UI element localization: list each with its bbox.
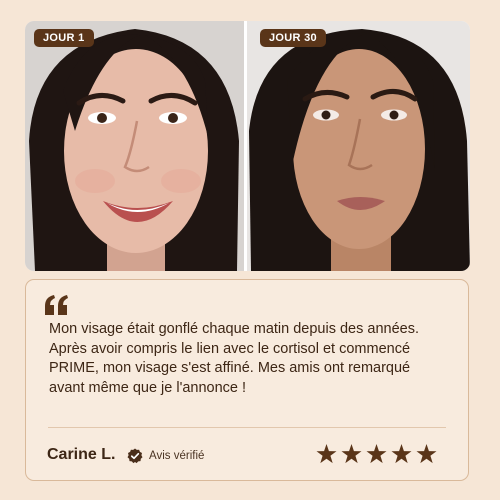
check-badge-icon [127, 448, 143, 464]
star-icon [391, 444, 412, 464]
star-icon [416, 444, 437, 464]
day-30-badge: JOUR 30 [260, 29, 326, 47]
rating-stars [316, 444, 441, 464]
review-author: Carine L. [47, 446, 116, 463]
before-after-photos: JOUR 1 JOUR 30 [25, 21, 470, 271]
star-icon [341, 444, 362, 464]
verified-label: Avis vérifié [149, 450, 205, 462]
before-face-image [25, 21, 244, 271]
before-photo: JOUR 1 [25, 21, 244, 271]
day-1-badge: JOUR 1 [34, 29, 94, 47]
review-divider [48, 427, 446, 428]
star-icon [366, 444, 387, 464]
after-photo: JOUR 30 [247, 21, 470, 271]
review-card: Mon visage était gonflé chaque matin dep… [25, 279, 469, 481]
quote-icon [45, 295, 68, 315]
after-face-image [247, 21, 470, 271]
review-text: Mon visage était gonflé chaque matin dep… [49, 321, 419, 396]
star-icon [316, 444, 337, 464]
verified-badge: Avis vérifié [127, 448, 204, 464]
